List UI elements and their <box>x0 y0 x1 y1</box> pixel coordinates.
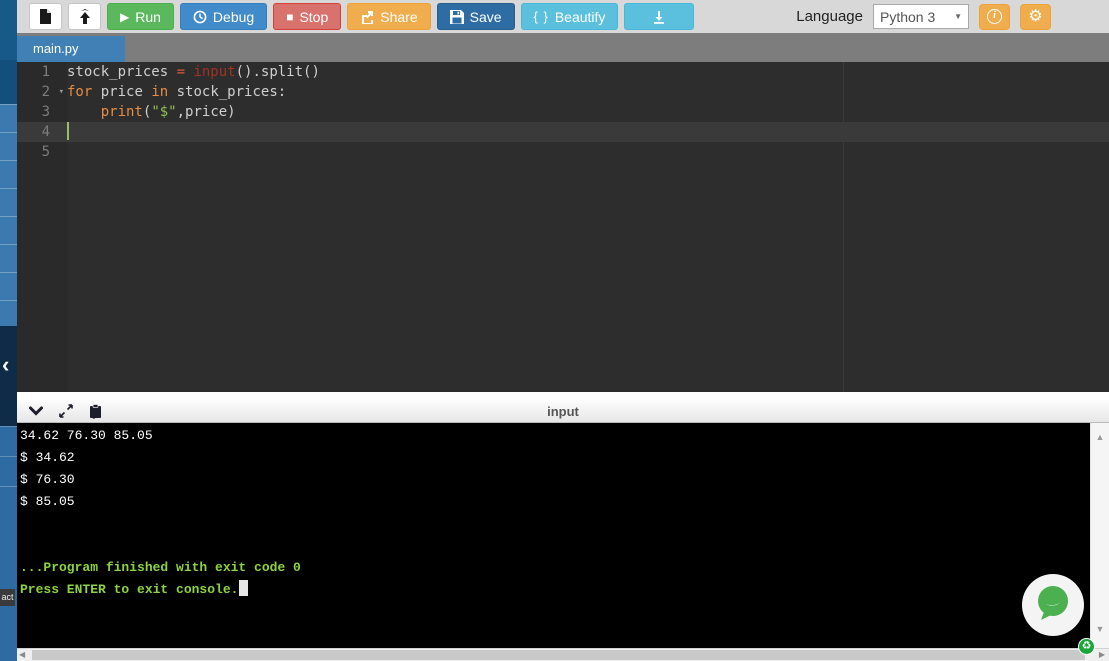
chat-widget-button[interactable] <box>1022 574 1084 636</box>
expand-console-icon[interactable] <box>59 404 73 418</box>
sidebar-ad-segment[interactable] <box>0 0 17 60</box>
info-button[interactable]: i <box>979 3 1010 30</box>
code-editor[interactable]: 1 stock_prices = input().split() 2 ▾ for pri… <box>17 62 1109 392</box>
line-number: 1 <box>41 64 50 80</box>
collapse-console-icon[interactable] <box>29 406 43 416</box>
editor-line: 1 stock_prices = input().split() <box>17 62 1109 82</box>
scroll-left-icon[interactable]: ◀ <box>19 649 25 661</box>
debug-label: Debug <box>212 8 255 25</box>
sidebar-ad-segment[interactable] <box>0 104 17 132</box>
console-title: input <box>547 403 579 419</box>
editor-line: 3 print("$",price) <box>17 102 1109 122</box>
horizontal-scrollbar[interactable]: ◀ ▶ <box>17 648 1109 661</box>
recycle-badge-icon[interactable]: ♻ <box>1078 638 1095 655</box>
scroll-right-icon[interactable]: ▶ <box>1099 649 1105 661</box>
debug-button[interactable]: Debug <box>179 3 268 30</box>
debug-icon <box>193 10 207 24</box>
sidebar-ad-segment[interactable] <box>0 272 17 300</box>
console-cursor <box>239 580 249 596</box>
paste-icon[interactable] <box>89 403 102 419</box>
tab-bar: main.py <box>17 33 1109 62</box>
app-window: ‹ act ▶ Run Debug ■ Stop Share Save {} … <box>0 0 1109 661</box>
share-label: Share <box>380 8 418 25</box>
file-icon <box>39 9 52 24</box>
editor-line: 4 <box>17 122 1109 142</box>
console-output[interactable]: 34.62 76.30 85.05 $ 34.62 $ 76.30 $ 85.05..… <box>17 423 1090 648</box>
scroll-down-icon[interactable]: ▼ <box>1091 624 1109 634</box>
vertical-scrollbar[interactable]: ▲ ▼ <box>1090 423 1109 648</box>
run-button[interactable]: ▶ Run <box>107 3 174 30</box>
console-line: 34.62 76.30 85.05 <box>20 428 153 443</box>
sidebar-ad-segment[interactable] <box>0 300 17 326</box>
console-panel: 34.62 76.30 85.05 $ 34.62 $ 76.30 $ 85.05..… <box>17 423 1109 648</box>
line-number: 3 <box>41 104 50 120</box>
left-sidebar: ‹ <box>0 0 17 661</box>
share-icon <box>360 10 374 24</box>
sidebar-ad-segment[interactable] <box>0 216 17 244</box>
download-icon <box>652 10 666 24</box>
code-text: stock_prices = input().split() <box>67 64 320 80</box>
sidebar-ad-segment[interactable] <box>0 486 17 659</box>
panel-splitter[interactable] <box>17 392 1109 400</box>
editor-lines: 1 stock_prices = input().split() 2 ▾ for pri… <box>17 62 1109 162</box>
settings-button[interactable]: ⚙ <box>1020 3 1051 30</box>
console-line: $ 85.05 <box>20 494 75 509</box>
sidebar-ad-segment[interactable] <box>0 132 17 160</box>
save-button[interactable]: Save <box>436 3 515 30</box>
console-line: Press ENTER to exit console. <box>20 579 1090 601</box>
braces-icon: { } <box>533 9 549 24</box>
line-number: 2 ▾ <box>41 82 64 102</box>
console-header: input <box>17 400 1109 423</box>
sidebar-ad-segment[interactable] <box>0 60 17 104</box>
gear-icon: ⚙ <box>1028 7 1043 25</box>
language-select[interactable]: Python 3 ▼ <box>873 4 969 29</box>
code-text: for price in stock_prices: <box>67 84 287 100</box>
fold-icon[interactable]: ▾ <box>59 82 64 102</box>
scroll-up-icon[interactable]: ▲ <box>1091 432 1109 442</box>
sidebar-ad-segment[interactable] <box>0 426 17 456</box>
console-line: ...Program finished with exit code 0 <box>20 560 301 575</box>
tab-main-py[interactable]: main.py <box>17 36 125 62</box>
code-text <box>67 122 69 142</box>
upload-button[interactable] <box>68 3 101 30</box>
play-icon: ▶ <box>120 9 130 24</box>
stop-label: Stop <box>299 8 329 25</box>
download-button[interactable] <box>624 3 695 30</box>
sidebar-ad-segment[interactable] <box>0 244 17 272</box>
share-button[interactable]: Share <box>347 3 431 30</box>
main-area: ▶ Run Debug ■ Stop Share Save {} Beauti… <box>17 0 1109 661</box>
sidebar-ad-segment[interactable] <box>0 160 17 188</box>
chevron-down-icon: ▼ <box>954 12 962 21</box>
save-icon <box>449 9 464 24</box>
editor-cursor <box>67 122 69 140</box>
editor-line: 5 <box>17 142 1109 162</box>
beautify-label: Beautify <box>554 8 606 25</box>
new-file-button[interactable] <box>29 3 62 30</box>
contact-tab[interactable]: act <box>0 589 15 606</box>
info-icon: i <box>987 9 1002 24</box>
line-number: 4 <box>41 124 50 140</box>
toolbar: ▶ Run Debug ■ Stop Share Save {} Beauti… <box>17 0 1109 33</box>
upload-icon <box>78 9 92 24</box>
language-value: Python 3 <box>880 8 936 25</box>
save-label: Save <box>469 8 502 25</box>
beautify-button[interactable]: { } Beautify <box>520 3 619 30</box>
console-line: $ 34.62 <box>20 450 75 465</box>
console-line: $ 76.30 <box>20 472 75 487</box>
language-cluster: Language Python 3 ▼ i ⚙ <box>796 3 1051 30</box>
language-label: Language <box>796 8 863 25</box>
line-number: 5 <box>41 144 50 160</box>
sidebar-collapse-icon[interactable]: ‹ <box>2 354 9 376</box>
sidebar-ad-segment[interactable] <box>0 188 17 216</box>
scrollbar-thumb[interactable] <box>32 650 1085 660</box>
stop-icon: ■ <box>286 9 294 24</box>
chat-bubble-icon <box>1032 582 1074 629</box>
run-label: Run <box>135 8 161 25</box>
code-text: print("$",price) <box>100 104 236 120</box>
stop-button[interactable]: ■ Stop <box>273 3 342 30</box>
editor-line: 2 ▾ for price in stock_prices: <box>17 82 1109 102</box>
sidebar-ad-segment[interactable] <box>0 456 17 486</box>
